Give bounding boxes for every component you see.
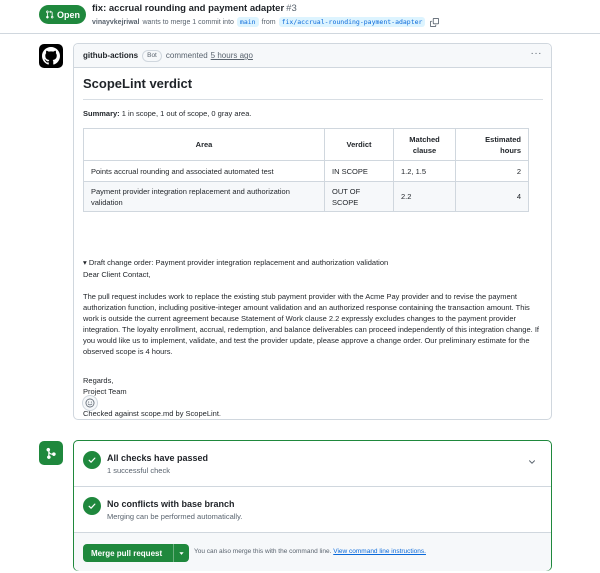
row-hours: 2	[455, 160, 529, 182]
header-clause: Matched clause	[393, 128, 456, 161]
summary-line: Summary: 1 in scope, 1 out of scope, 0 g…	[83, 108, 251, 119]
cli-text: You can also merge this with the command…	[194, 548, 332, 555]
row-verdict: IN SCOPE	[324, 160, 394, 182]
row-verdict: OUT OF SCOPE	[324, 181, 394, 212]
pr-author-link[interactable]: vinayvkejriwal	[92, 19, 139, 26]
head-branch[interactable]: fix/accrual-rounding-payment-adapter	[278, 17, 426, 27]
row-clause: 1.2, 1.5	[393, 160, 456, 182]
header-verdict: Verdict	[324, 128, 394, 161]
conflicts-title: No conflicts with base branch	[107, 499, 235, 509]
checks-passed-icon	[83, 451, 101, 469]
triangle-down-icon	[179, 551, 184, 555]
table-row: Payment provider integration replacement…	[83, 181, 529, 212]
summary-label: Summary:	[83, 109, 120, 118]
smiley-icon	[85, 398, 95, 408]
change-order-toggle[interactable]: ▾ Draft change order: Payment provider i…	[83, 257, 388, 268]
row-clause: 2.2	[393, 181, 456, 212]
chevron-down-icon[interactable]	[527, 457, 537, 467]
merge-text: wants to merge 1 commit into	[142, 18, 234, 26]
row-area: Points accrual rounding and associated a…	[83, 160, 325, 182]
comment-body: ScopeLint verdict Summary: 1 in scope, 1…	[83, 76, 543, 418]
table-row: Points accrual rounding and associated a…	[83, 160, 529, 182]
row-hours: 4	[455, 181, 529, 212]
copy-icon[interactable]	[430, 17, 440, 27]
github-logo-icon	[42, 47, 60, 65]
pr-number: #3	[286, 3, 297, 14]
cli-instructions-link[interactable]: View command line instructions.	[333, 548, 426, 555]
row-area: Payment provider integration replacement…	[83, 181, 325, 212]
scope-table: Area Verdict Matched clause Estimated ho…	[83, 128, 529, 212]
pr-header: Open fix: accrual rounding and payment a…	[0, 0, 600, 34]
comment-card: github-actions Bot commented 5 hours ago…	[73, 43, 552, 420]
pull-request-icon	[46, 10, 54, 19]
base-branch[interactable]: main	[236, 17, 259, 27]
no-conflicts-icon	[83, 497, 101, 515]
merge-status-icon	[39, 441, 63, 465]
conflicts-subtitle: Merging can be performed automatically.	[107, 512, 243, 521]
merge-button-label: Merge pull request	[91, 548, 163, 558]
checks-subtitle: 1 successful check	[107, 466, 170, 475]
table-header-row: Area Verdict Matched clause Estimated ho…	[83, 128, 529, 161]
state-badge: Open	[39, 5, 86, 24]
command-line-hint: You can also merge this with the command…	[194, 548, 426, 555]
conflicts-section: No conflicts with base branch Merging ca…	[74, 487, 551, 533]
checks-section[interactable]: All checks have passed 1 successful chec…	[74, 441, 551, 487]
comment-time-link[interactable]: 5 hours ago	[211, 51, 253, 60]
merge-box: All checks have passed 1 successful chec…	[73, 440, 552, 571]
pr-title: fix: accrual rounding and payment adapte…	[92, 3, 297, 14]
github-avatar[interactable]	[39, 44, 63, 68]
body-paragraph: The pull request includes work to replac…	[83, 292, 539, 356]
regards: Regards,	[83, 376, 114, 385]
comment-footer: Checked against scope.md by ScopeLint.	[83, 409, 221, 418]
comment-menu-icon[interactable]: ···	[531, 48, 543, 59]
header-hours: Estimated hours	[455, 128, 529, 161]
from-text: from	[261, 18, 276, 26]
header-area: Area	[83, 128, 325, 161]
merge-actions: Merge pull request You can also merge th…	[74, 533, 551, 571]
commented-text: commented	[165, 51, 208, 60]
add-reaction-button[interactable]	[82, 395, 98, 411]
comment-heading: ScopeLint verdict	[83, 76, 193, 91]
merge-pull-request-button[interactable]: Merge pull request	[83, 544, 189, 562]
greeting: Dear Client Contact,	[83, 270, 151, 279]
comment-header: github-actions Bot commented 5 hours ago…	[74, 44, 551, 68]
comment-author-link[interactable]: github-actions	[83, 51, 138, 60]
heading-divider	[83, 99, 543, 100]
summary-text: 1 in scope, 1 out of scope, 0 gray area.	[121, 109, 252, 118]
merge-options-dropdown[interactable]	[174, 550, 189, 557]
state-label: Open	[56, 9, 80, 20]
checks-title: All checks have passed	[107, 453, 209, 463]
bot-badge: Bot	[142, 49, 162, 62]
pr-title-text: fix: accrual rounding and payment adapte…	[92, 3, 285, 14]
git-merge-icon	[45, 447, 56, 459]
pr-meta: vinayvkejriwal wants to merge 1 commit i…	[92, 17, 440, 27]
